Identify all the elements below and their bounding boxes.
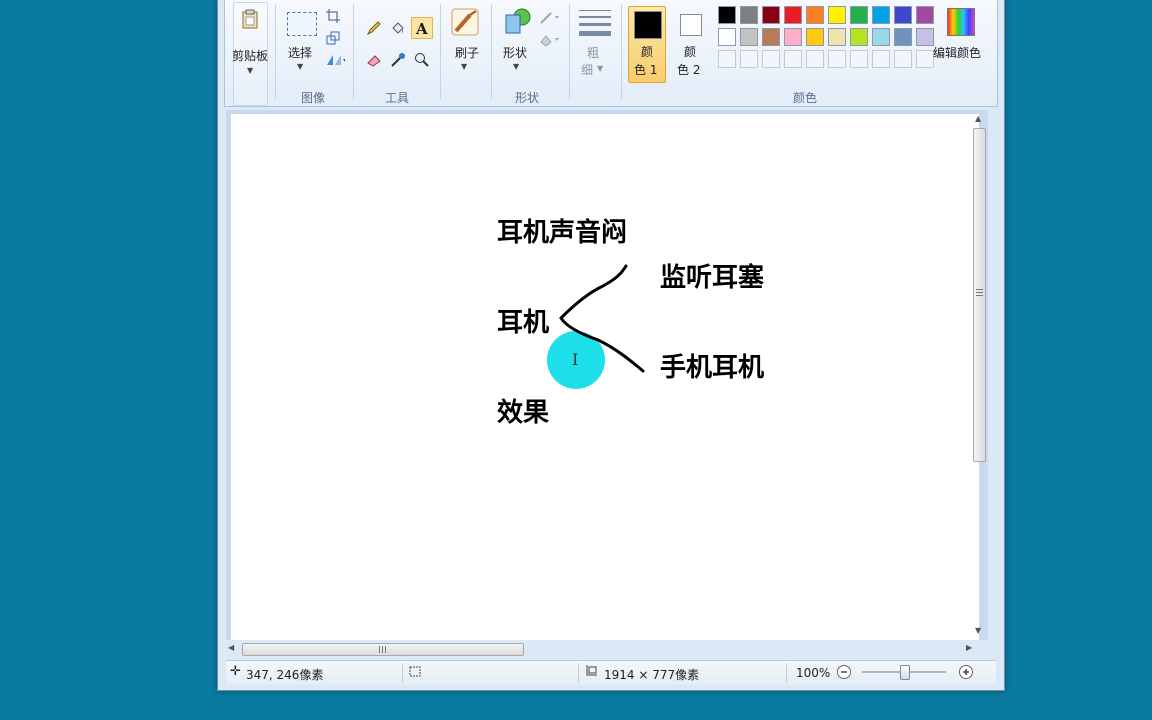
- branch-top-text: 监听耳塞: [660, 263, 765, 293]
- footer-node-text: 效果: [497, 398, 550, 428]
- heading-text: 耳机声音闷: [497, 218, 628, 248]
- branch-line-top: [559, 264, 628, 320]
- text-cursor-icon: I: [572, 350, 579, 369]
- root-node-text: 耳机: [497, 308, 550, 338]
- branch-bottom-text: 手机耳机: [660, 353, 765, 383]
